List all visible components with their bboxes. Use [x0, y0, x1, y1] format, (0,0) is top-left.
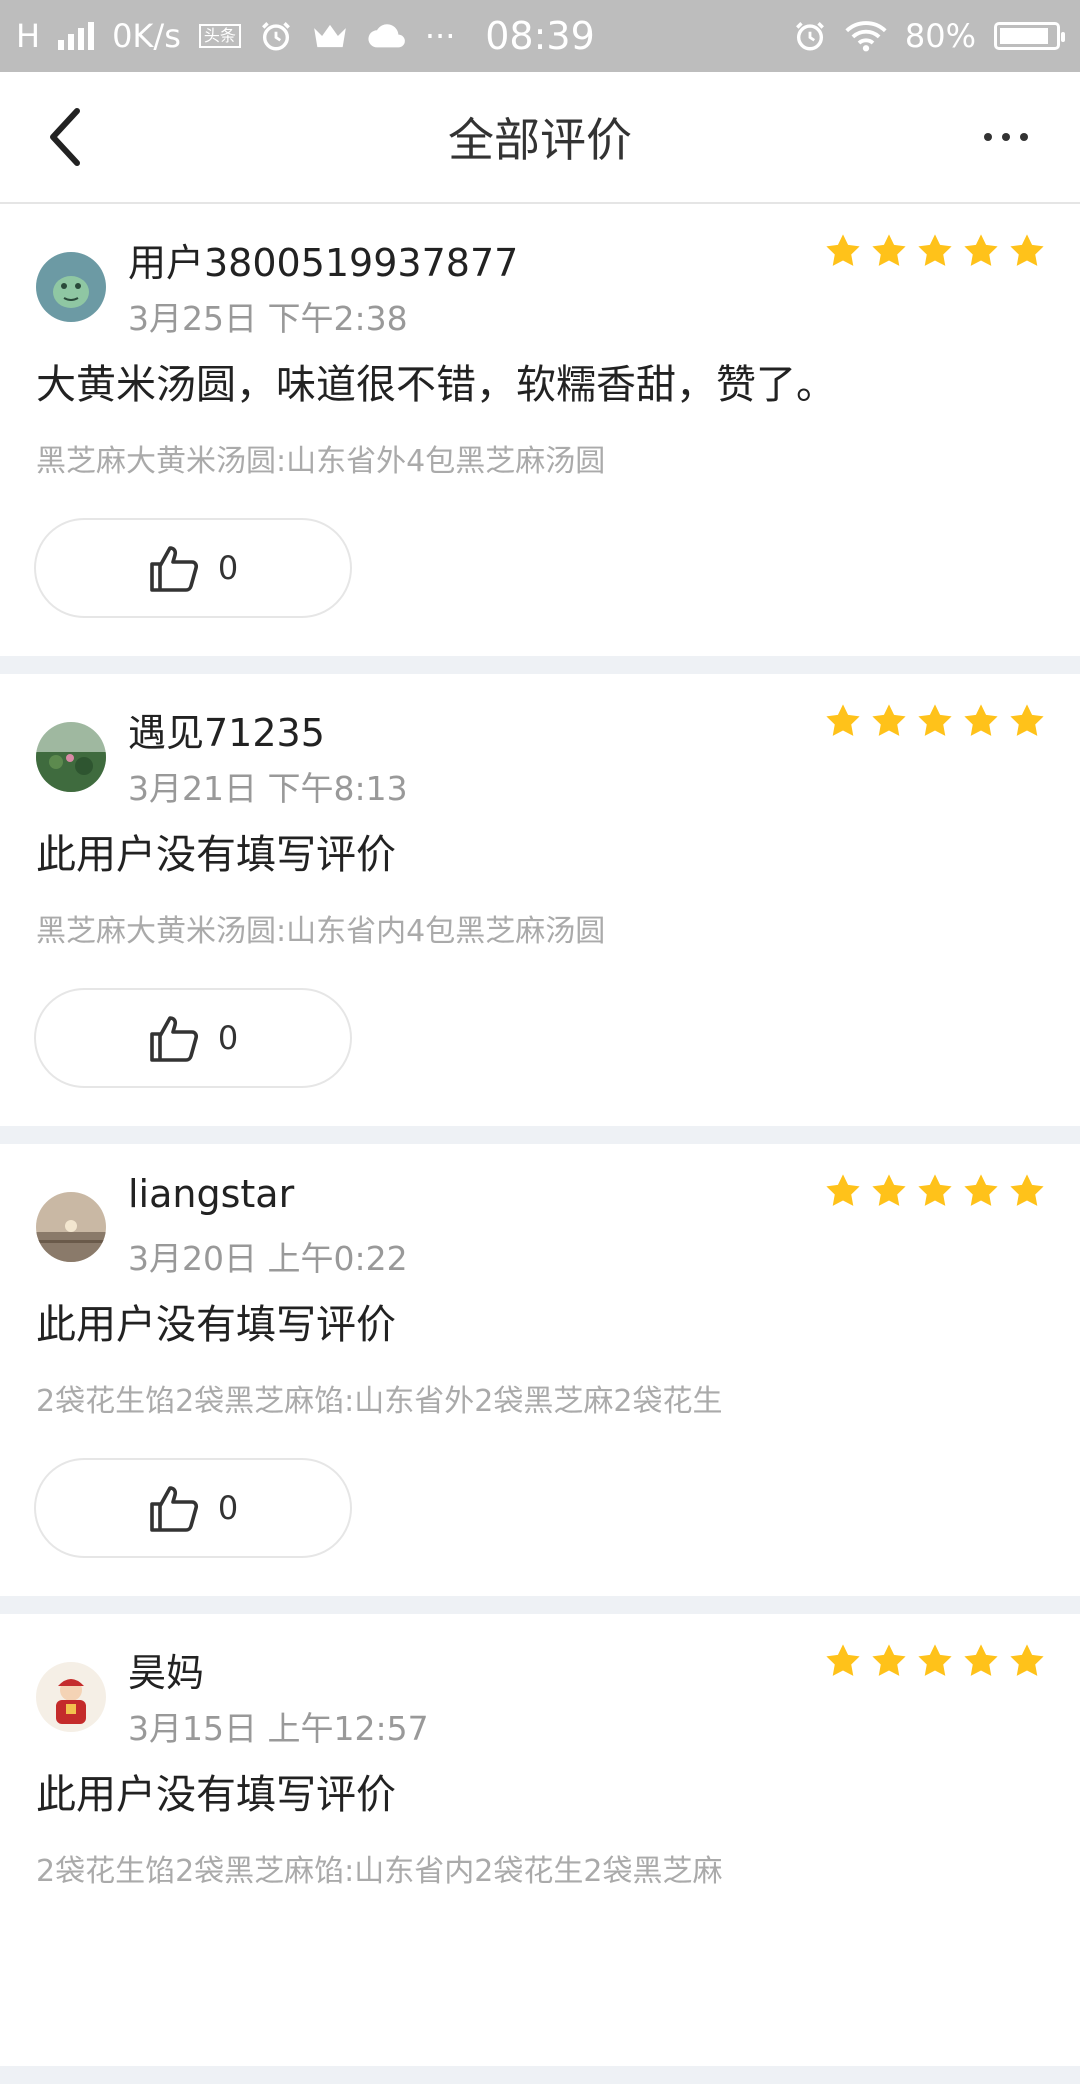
review-card: 遇见71235 3月21日 下午8:13 此用户没有填写评价 黑芝麻大黄米汤圆:… [0, 674, 1080, 1126]
crown-icon [314, 24, 346, 48]
star-icon [918, 1174, 952, 1206]
dot-icon [1020, 133, 1028, 141]
avatar[interactable] [36, 722, 106, 792]
star-icon [964, 704, 998, 736]
network-speed: 0K/s [112, 17, 181, 55]
review-card: 用户3800519937877 3月25日 下午2:38 大黄米汤圆，味道很不错… [0, 204, 1080, 656]
like-count: 0 [217, 1019, 239, 1057]
page-title: 全部评价 [448, 113, 632, 167]
like-button[interactable]: 0 [34, 988, 352, 1088]
like-count: 0 [217, 549, 239, 587]
review-card: liangstar 3月20日 上午0:22 此用户没有填写评价 2袋花生馅2袋… [0, 1144, 1080, 1596]
signal-icon [58, 22, 95, 50]
star-icon [826, 704, 860, 736]
cloud-icon [368, 24, 405, 48]
star-icon [964, 1644, 998, 1676]
like-count: 0 [217, 1489, 239, 1527]
rating-stars [824, 702, 1046, 740]
rating-stars [824, 232, 1046, 270]
star-icon [964, 234, 998, 266]
toutiao-badge-icon: 头条 [198, 24, 241, 48]
battery-percent: 80% [904, 17, 976, 55]
status-bar-right: 80% [793, 0, 1065, 72]
avatar[interactable] [36, 252, 106, 322]
star-icon [964, 1174, 998, 1206]
star-icon [872, 1644, 906, 1676]
avatar[interactable] [36, 1192, 106, 1262]
star-icon [872, 234, 906, 266]
review-content: 大黄米汤圆，味道很不错，软糯香甜，赞了。 [36, 362, 836, 408]
nav-header: 全部评价 [0, 72, 1080, 204]
battery-icon [994, 22, 1065, 50]
review-list: 用户3800519937877 3月25日 下午2:38 大黄米汤圆，味道很不错… [0, 204, 1080, 2084]
like-button[interactable]: 0 [34, 518, 352, 618]
star-icon [826, 1644, 860, 1676]
review-datetime: 3月15日 上午12:57 [128, 1709, 429, 1748]
more-options-button[interactable] [970, 112, 1042, 162]
alarm-icon [261, 22, 290, 51]
star-icon [918, 234, 952, 266]
back-button[interactable] [30, 102, 100, 172]
review-spec: 黑芝麻大黄米汤圆:山东省外4包黑芝麻汤圆 [36, 444, 606, 479]
review-card: 昊妈 3月15日 上午12:57 此用户没有填写评价 2袋花生馅2袋黑芝麻馅:山… [0, 1614, 1080, 2066]
rating-stars [824, 1642, 1046, 1680]
review-username: 用户3800519937877 [128, 241, 519, 285]
review-username: 遇见71235 [128, 711, 325, 755]
star-icon [826, 1174, 860, 1206]
review-spec: 黑芝麻大黄米汤圆:山东省内4包黑芝麻汤圆 [36, 914, 606, 949]
rating-stars [824, 1172, 1046, 1210]
wifi-icon [845, 21, 887, 52]
review-datetime: 3月25日 下午2:38 [128, 299, 408, 338]
review-datetime: 3月21日 下午8:13 [128, 769, 408, 808]
star-icon [918, 1644, 952, 1676]
star-icon [1010, 234, 1044, 266]
chevron-left-icon [50, 108, 80, 166]
review-datetime: 3月20日 上午0:22 [128, 1239, 408, 1278]
review-spec: 2袋花生馅2袋黑芝麻馅:山东省外2袋黑芝麻2袋花生 [36, 1384, 723, 1419]
more-notifications-icon: ··· [424, 17, 456, 55]
star-icon [872, 1174, 906, 1206]
avatar[interactable] [36, 1662, 106, 1732]
star-icon [826, 234, 860, 266]
review-content: 此用户没有填写评价 [36, 1772, 396, 1818]
like-button[interactable]: 0 [34, 1458, 352, 1558]
dot-icon [984, 133, 992, 141]
star-icon [1010, 1644, 1044, 1676]
thumbs-up-icon [150, 1016, 198, 1062]
status-bar: H 0K/s 头条 ··· 08:39 80% [0, 0, 1080, 72]
star-icon [872, 704, 906, 736]
dot-icon [1002, 133, 1010, 141]
review-username: liangstar [128, 1172, 295, 1216]
star-icon [1010, 704, 1044, 736]
network-type: H [16, 17, 41, 55]
status-bar-left: H 0K/s 头条 ··· [16, 0, 455, 72]
thumbs-up-icon [150, 546, 198, 592]
thumbs-up-icon [150, 1486, 198, 1532]
review-content: 此用户没有填写评价 [36, 1302, 396, 1348]
review-spec: 2袋花生馅2袋黑芝麻馅:山东省内2袋花生2袋黑芝麻 [36, 1854, 723, 1889]
star-icon [918, 704, 952, 736]
star-icon [1010, 1174, 1044, 1206]
review-username: 昊妈 [128, 1651, 205, 1695]
review-content: 此用户没有填写评价 [36, 832, 396, 878]
alarm-icon [795, 22, 824, 51]
